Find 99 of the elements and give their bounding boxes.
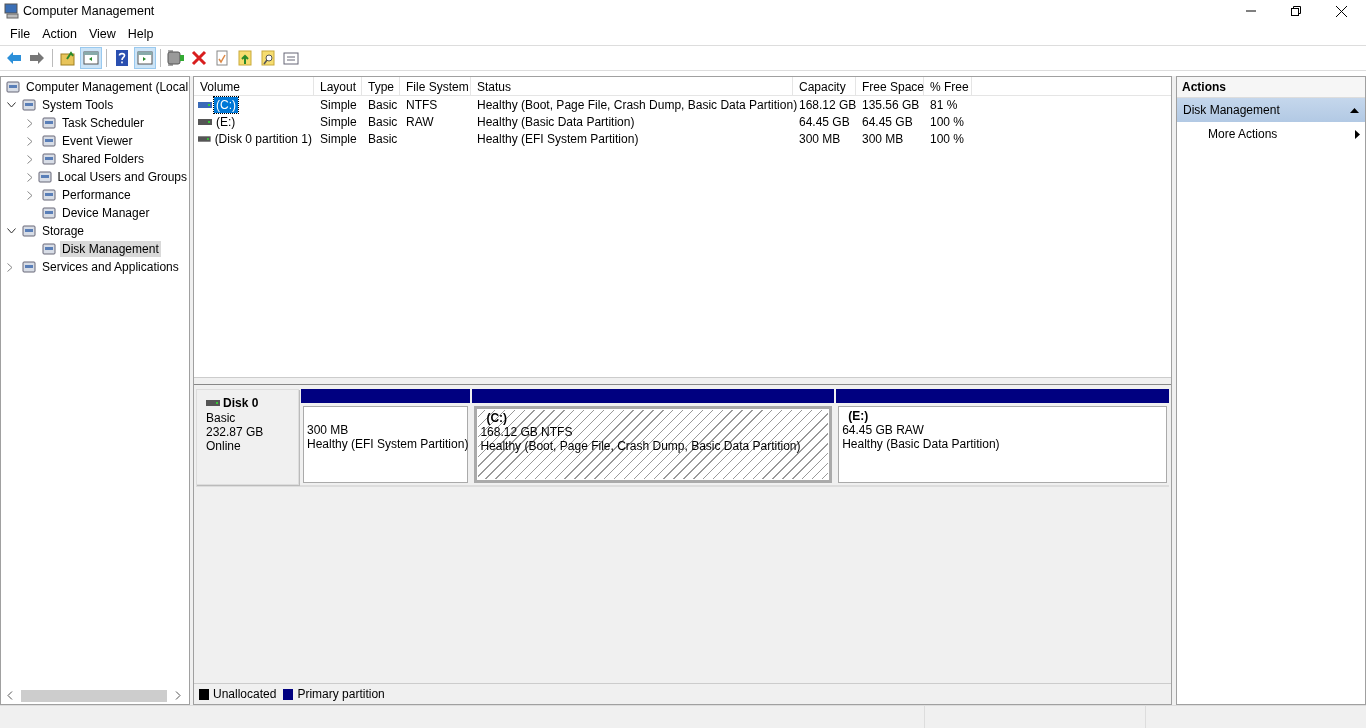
table-cell: RAW xyxy=(406,114,434,129)
delete-icon xyxy=(190,49,208,67)
tree-node-icon xyxy=(21,259,37,275)
restore-icon[interactable] xyxy=(1291,6,1301,16)
submenu-arrow-icon xyxy=(1355,129,1360,139)
partition-size: 300 MB xyxy=(307,423,350,437)
up-icon xyxy=(59,49,77,67)
computer-icon xyxy=(4,3,20,19)
scroll-left-icon[interactable] xyxy=(7,691,13,700)
tree-item[interactable]: Disk Management xyxy=(60,241,161,257)
column-header[interactable]: Status xyxy=(471,77,793,95)
properties-icon xyxy=(213,49,231,67)
partition-label: (C:) xyxy=(486,411,509,425)
partition-block[interactable]: (C:) 168.12 GB NTFS Healthy (Boot, Page File, Crash Dump, Basic Data Partition) xyxy=(474,406,833,483)
table-cell: Basic xyxy=(368,97,398,112)
tree-node-icon xyxy=(41,151,57,167)
window-title: Computer Management xyxy=(23,4,155,18)
drive-entry[interactable]: (C:) xyxy=(214,96,238,113)
tree-node-icon xyxy=(41,187,57,203)
table-cell: 64.45 GB xyxy=(862,114,913,129)
tree-node-icon xyxy=(36,169,53,185)
table-cell: Healthy (EFI System Partition) xyxy=(477,131,639,146)
drive-entry[interactable]: (Disk 0 partition 1) xyxy=(212,130,314,147)
splitter-bar[interactable] xyxy=(194,377,1171,385)
column-header[interactable]: Volume xyxy=(194,77,314,95)
column-header[interactable]: Free Space xyxy=(856,77,924,95)
column-header[interactable]: Type xyxy=(362,77,400,95)
table-cell: Basic xyxy=(368,114,398,129)
disk-type: Basic xyxy=(206,411,237,425)
tree-item[interactable]: Task Scheduler xyxy=(60,115,147,131)
close-icon[interactable] xyxy=(1336,5,1347,17)
column-header[interactable]: % Free xyxy=(924,77,972,95)
scroll-right-icon[interactable] xyxy=(175,691,181,700)
tree-item[interactable]: Local Users and Groups xyxy=(55,169,189,185)
table-cell: Healthy (Boot, Page File, Crash Dump, Basic Data Partition) xyxy=(477,97,798,112)
drive-icon xyxy=(198,135,211,142)
tree-item[interactable]: Performance xyxy=(60,187,133,203)
menu-item[interactable]: Help xyxy=(121,24,160,43)
tree-node-icon xyxy=(41,241,57,257)
list-icon xyxy=(282,49,300,67)
tree-node-icon xyxy=(41,133,57,149)
table-cell: Simple xyxy=(320,97,357,112)
table-cell: 168.12 GB xyxy=(799,97,857,112)
tree-item[interactable]: Services and Applications xyxy=(40,259,181,275)
partition-label: (E:) xyxy=(848,409,870,423)
tree-item[interactable]: Event Viewer xyxy=(60,133,135,149)
forward-icon xyxy=(28,49,46,67)
legend-label: Primary partition xyxy=(297,687,385,701)
tree-node-icon xyxy=(5,79,21,95)
column-header[interactable]: Capacity xyxy=(793,77,856,95)
tree-item[interactable]: Storage xyxy=(40,223,87,239)
partition-size: 64.45 GB RAW xyxy=(842,423,925,437)
menu-item[interactable]: Action xyxy=(36,24,83,43)
drive-icon xyxy=(198,101,212,108)
menu-item[interactable]: File xyxy=(4,24,37,43)
action-link[interactable]: More Actions xyxy=(1208,127,1278,141)
disk-name: Disk 0 xyxy=(223,396,259,410)
table-cell: 135.56 GB xyxy=(862,97,920,112)
drive-entry[interactable]: (E:) xyxy=(214,113,238,130)
table-cell: 64.45 GB xyxy=(799,114,850,129)
menu-item[interactable]: View xyxy=(82,24,122,43)
partition-block[interactable]: 300 MB Healthy (EFI System Partition) xyxy=(303,406,469,483)
tree-node-icon xyxy=(41,115,57,131)
table-cell: 300 MB xyxy=(862,131,904,146)
tree-item[interactable]: Computer Management (Local xyxy=(24,79,189,95)
tree-node-icon xyxy=(21,223,37,239)
section-title: Disk Management xyxy=(1183,103,1280,117)
table-cell: 100 % xyxy=(930,114,965,129)
disk-info-panel[interactable]: Disk 0 Basic 232.87 GB Online xyxy=(196,389,299,485)
export-icon xyxy=(236,49,254,67)
tree-item[interactable]: Device Manager xyxy=(60,205,152,221)
tree-node-icon xyxy=(21,97,37,113)
actions-header: Actions xyxy=(1177,77,1365,98)
table-cell: NTFS xyxy=(406,97,438,112)
tree-item[interactable]: Shared Folders xyxy=(60,151,147,167)
table-cell: Simple xyxy=(320,114,357,129)
tree-item[interactable]: System Tools xyxy=(40,97,116,113)
partition-status: Healthy (Boot, Page File, Crash Dump, Basic Data Partition) xyxy=(480,439,802,453)
partition-block[interactable]: (E:) 64.45 GB RAW Healthy (Basic Data Partition) xyxy=(838,406,1167,483)
table-cell: Healthy (Basic Data Partition) xyxy=(477,114,635,129)
help-icon xyxy=(113,49,131,67)
table-cell: 300 MB xyxy=(799,131,841,146)
partition-status: Healthy (Basic Data Partition) xyxy=(842,437,1001,451)
find-icon xyxy=(259,49,277,67)
table-cell: Simple xyxy=(320,131,357,146)
drive-icon xyxy=(206,400,220,406)
legend-label: Unallocated xyxy=(213,687,277,701)
partition-size: 168.12 GB NTFS xyxy=(480,425,574,439)
disk-size: 232.87 GB xyxy=(206,425,265,439)
table-cell: 81 % xyxy=(930,97,958,112)
column-header[interactable]: Layout xyxy=(314,77,362,95)
table-cell: Basic xyxy=(368,131,398,146)
actions-section-header[interactable]: Disk Management xyxy=(1177,98,1365,122)
disk-status: Online xyxy=(206,439,242,453)
tree-node-icon xyxy=(41,205,57,221)
column-header[interactable]: File System xyxy=(400,77,471,95)
collapse-triangle-icon[interactable] xyxy=(1350,107,1359,113)
drive-icon xyxy=(198,118,212,125)
table-cell: 100 % xyxy=(930,131,965,146)
